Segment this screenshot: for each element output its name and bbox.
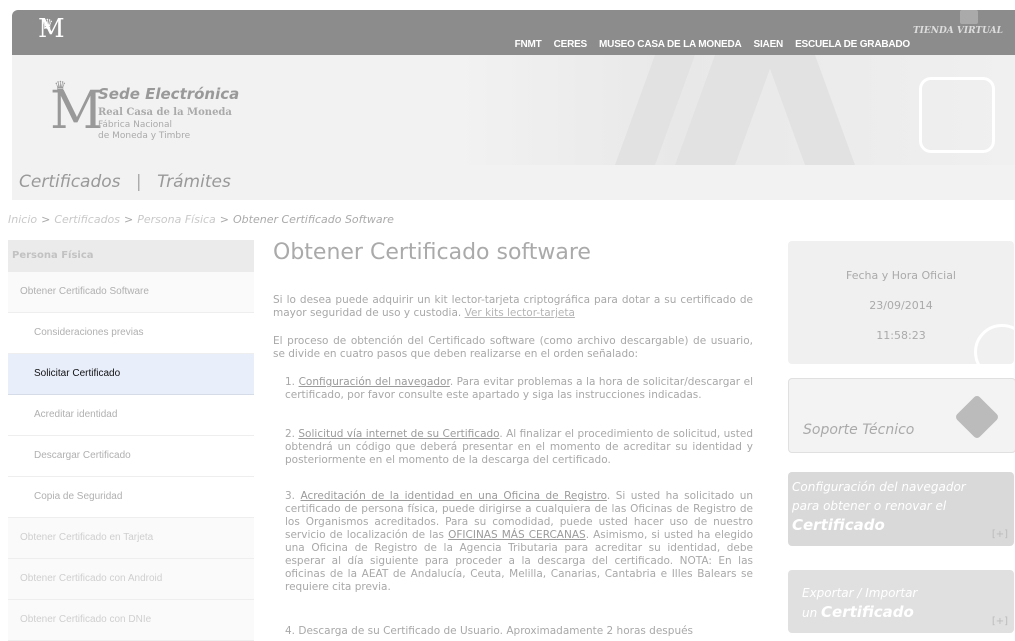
step-number: 2. <box>285 428 296 440</box>
config-banner-text: Configuración del navegador para obtener… <box>792 478 966 535</box>
official-clock-box: Fecha y Hora Oficial 23/09/2014 11:58:23 <box>788 241 1014 364</box>
step-number: 1. <box>285 376 296 388</box>
intro-paragraph: Si lo desea puede adquirir un kit lector… <box>273 294 753 320</box>
step-1: 1. Configuración del navegador. Para evi… <box>285 376 753 402</box>
nav-ceres[interactable]: CERES <box>554 39 588 50</box>
export-banner-text: Exportar / Importar un Certificado <box>802 584 917 623</box>
main-content: Obtener Certificado software Si lo desea… <box>273 240 753 637</box>
banner-stripe <box>674 55 776 165</box>
section-tabs: Certificados | Trámites <box>19 172 231 192</box>
breadcrumb-certificados[interactable]: Certificados <box>54 213 120 226</box>
tienda-label: TIENDA VIRTUAL <box>912 26 1003 36</box>
sidebar: Persona Física Obtener Certificado Softw… <box>8 240 254 641</box>
oficinas-link[interactable]: OFICINAS MÁS CERCANAS <box>448 529 586 541</box>
sede-title: Sede Electrónica <box>98 85 240 103</box>
sidebar-item-acreditar[interactable]: Acreditar identidad <box>8 395 254 436</box>
nav-siaen[interactable]: SIAEN <box>754 39 784 50</box>
wrench-icon <box>954 394 1000 440</box>
breadcrumb-inicio[interactable]: Inicio <box>8 213 37 226</box>
exportar-importar-banner[interactable]: Exportar / Importar un Certificado [+] <box>788 570 1014 633</box>
step-4: 4. Descarga de su Certificado de Usuario… <box>285 625 753 638</box>
config-line-2: para obtener o renovar el <box>792 499 947 513</box>
breadcrumb-current: Obtener Certificado Software <box>233 213 394 226</box>
process-paragraph: El proceso de obtención del Certificado … <box>273 335 753 360</box>
sidebar-item-obtener-software[interactable]: Obtener Certificado Software <box>8 272 254 313</box>
step3-link[interactable]: Acreditación de la identidad en una Ofic… <box>301 490 607 502</box>
header-banner-decoration <box>455 55 1015 165</box>
soporte-tecnico-box[interactable]: Soporte Técnico <box>788 378 1015 453</box>
sidebar-item-tarjeta[interactable]: Obtener Certificado en Tarjeta <box>8 518 254 559</box>
kits-link[interactable]: Ver kits lector-tarjeta <box>465 307 575 319</box>
breadcrumb-separator: > <box>41 213 51 226</box>
breadcrumb-persona-fisica[interactable]: Persona Física <box>137 213 216 226</box>
fabrica-line-2: de Moneda y Timbre <box>98 131 191 141</box>
config-expand-icon[interactable]: [+] <box>992 529 1008 540</box>
soporte-label: Soporte Técnico <box>803 422 915 438</box>
fabrica-line-1: Fábrica Nacional <box>98 120 173 130</box>
top-nav: FNMT CERES MUSEO CASA DE LA MONEDA SIAEN… <box>515 39 911 50</box>
breadcrumb-separator: > <box>124 213 134 226</box>
export-expand-icon[interactable]: [+] <box>992 616 1008 627</box>
smartcard-chip-icon <box>919 77 995 153</box>
step-number: 4. <box>285 625 296 637</box>
sidebar-item-descargar[interactable]: Descargar Certificado <box>8 436 254 477</box>
export-line-1: Exportar / Importar <box>802 586 918 600</box>
nav-museo[interactable]: MUSEO CASA DE LA MONEDA <box>599 39 742 50</box>
tienda-virtual-link[interactable]: TIENDA VIRTUAL <box>912 10 1003 36</box>
crown-icon: ♛ <box>41 17 54 33</box>
fnmt-logo[interactable]: M <box>50 85 103 137</box>
clock-date: 23/09/2014 <box>869 299 933 312</box>
sidebar-heading: Persona Física <box>8 240 254 272</box>
clock-label: Fecha y Hora Oficial <box>845 269 956 282</box>
top-logo[interactable]: ♛ M <box>38 16 65 42</box>
sidebar-item-copia[interactable]: Copia de Seguridad <box>8 477 254 518</box>
nav-fnmt[interactable]: FNMT <box>515 39 542 50</box>
sidebar-item-solicitar[interactable]: Solicitar Certificado <box>8 354 254 395</box>
breadcrumb: Inicio > Certificados > Persona Física > Obten… <box>8 213 394 226</box>
sidebar-item-consideraciones[interactable]: Consideraciones previas <box>8 313 254 354</box>
tab-tramites[interactable]: Trámites <box>157 172 231 192</box>
tab-separator: | <box>135 172 142 192</box>
breadcrumb-separator: > <box>219 213 230 226</box>
export-certificado: Certificado <box>821 603 914 621</box>
step1-link[interactable]: Configuración del navegador <box>299 376 450 388</box>
step-3: 3. Acreditación de la identidad en una O… <box>285 490 753 594</box>
config-line-1: Configuración del navegador <box>792 480 966 494</box>
top-bar: ♛ M FNMT CERES MUSEO CASA DE LA MONEDA S… <box>12 10 1015 55</box>
step-number: 3. <box>285 490 296 502</box>
step4-text: Descarga de su Certificado de Usuario. A… <box>298 625 694 637</box>
export-line-2: un Certificado <box>802 603 917 623</box>
shopping-bag-icon <box>960 10 978 24</box>
config-certificado: Certificado <box>792 516 885 534</box>
banner-stripe <box>764 55 856 165</box>
fabrica-subtitle: Fábrica Nacional de Moneda y Timbre <box>98 120 190 142</box>
config-navegador-banner[interactable]: Configuración del navegador para obtener… <box>788 472 1014 546</box>
site-header: ♛ M Sede Electrónica Real Casa de la Mon… <box>12 55 1015 200</box>
step2-link[interactable]: Solicitud vía internet de su Certificado <box>298 428 499 440</box>
export-pre: un <box>802 606 818 620</box>
step-2: 2. Solicitud vía internet de su Certific… <box>285 428 753 467</box>
nav-escuela[interactable]: ESCUELA DE GRABADO <box>795 39 910 50</box>
tab-certificados[interactable]: Certificados <box>19 172 121 192</box>
page-title: Obtener Certificado software <box>273 240 591 265</box>
rcm-title: Real Casa de la Moneda <box>98 107 232 118</box>
sidebar-item-dnie[interactable]: Obtener Certificado con DNIe <box>8 600 254 641</box>
sidebar-item-android[interactable]: Obtener Certificado con Android <box>8 559 254 600</box>
